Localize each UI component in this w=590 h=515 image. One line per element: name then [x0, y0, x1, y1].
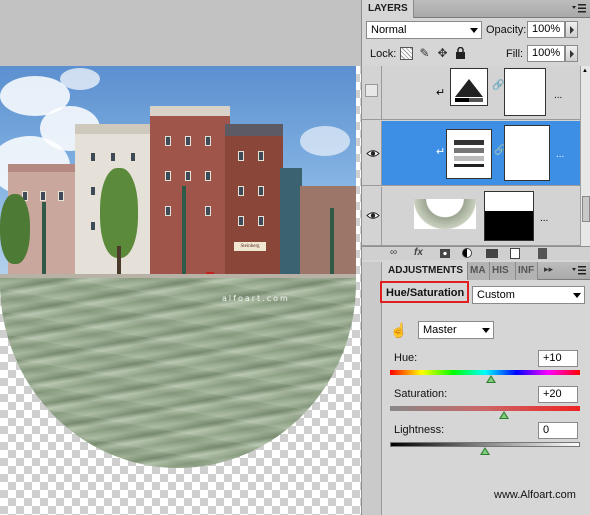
tab-overflow-icon[interactable]: ▸▸: [544, 264, 553, 275]
visibility-toggle[interactable]: [362, 187, 382, 245]
layers-footer: ∞ fx: [362, 246, 590, 260]
channel-value: Master: [423, 324, 457, 336]
blend-mode-value: Normal: [371, 24, 407, 36]
tab-adjustments[interactable]: ADJUSTMENTS: [382, 262, 468, 280]
clip-arrow-icon: ↵: [436, 146, 446, 158]
preset-dropdown[interactable]: Custom: [472, 286, 585, 304]
adjustments-tabbar: ADJUSTMENTS MA HIS INF ▸▸: [362, 262, 590, 280]
visibility-empty-box: [365, 84, 378, 97]
document-canvas[interactable]: Steinberg alfoart.com: [0, 0, 361, 515]
on-image-adjustment-icon[interactable]: ☝: [390, 322, 408, 340]
fx-icon[interactable]: fx: [414, 247, 423, 258]
link-icon[interactable]: ∞: [390, 247, 397, 258]
lamp-post: [330, 208, 334, 280]
saturation-slider-track[interactable]: [390, 406, 580, 411]
hue-slider-thumb[interactable]: [485, 375, 496, 383]
new-layer-icon[interactable]: [510, 248, 520, 259]
building-far-right: [300, 186, 356, 282]
chain-link-icon: 🔗: [492, 80, 505, 91]
lightness-label: Lightness:: [394, 424, 445, 436]
saturation-label: Saturation:: [394, 388, 448, 400]
watermark-text: alfoart.com: [222, 294, 290, 303]
water-surface: [0, 278, 356, 468]
building-brick: [150, 106, 230, 282]
canvas-background: [0, 0, 361, 66]
opacity-label: Opacity:: [486, 24, 527, 36]
levels-adjustment-icon: [450, 68, 488, 106]
shop-sign: Steinberg: [234, 242, 266, 251]
layers-tabbar: LAYERS: [362, 0, 590, 18]
tab-masks[interactable]: MA: [468, 262, 490, 280]
visibility-toggle[interactable]: [362, 121, 382, 185]
hue-field[interactable]: +10: [538, 350, 578, 367]
tree-middle: [100, 168, 138, 258]
folder-icon[interactable]: [486, 249, 498, 258]
chevron-down-icon: [482, 328, 490, 333]
fill-field[interactable]: 100%: [527, 45, 565, 62]
layer-row-levels[interactable]: ↵ 🔗 ...: [362, 66, 580, 120]
mask-icon[interactable]: [440, 249, 450, 258]
lightness-field[interactable]: 0: [538, 422, 578, 439]
fill-label: Fill:: [506, 48, 524, 60]
lock-label: Lock:: [370, 48, 397, 60]
preset-value: Custom: [477, 289, 515, 301]
layer-mask-thumbnail[interactable]: [484, 191, 534, 241]
panels-dock: LAYERS Normal Opacity: 100% Lock: ✎ ✥ Fi…: [361, 0, 590, 515]
tab-histogram[interactable]: HIS: [490, 262, 516, 280]
composite-photo: Steinberg: [0, 66, 356, 468]
scroll-thumb[interactable]: [582, 196, 590, 222]
eye-icon: [366, 150, 380, 157]
clip-arrow-icon: ↵: [436, 87, 446, 99]
panel-menu-icon[interactable]: [571, 265, 587, 276]
water-layer-thumbnail: [414, 199, 476, 229]
chevron-down-icon: [573, 293, 581, 298]
building-right-blue: [280, 168, 302, 282]
channel-dropdown[interactable]: Master: [418, 321, 494, 339]
opacity-field[interactable]: 100%: [527, 21, 565, 38]
fill-stepper[interactable]: [565, 45, 578, 62]
layer-row-hue-saturation[interactable]: ↵ 🔗 ...: [362, 121, 580, 186]
blend-mode-dropdown[interactable]: Normal: [366, 21, 482, 39]
layers-scrollbar[interactable]: ▲: [580, 66, 590, 246]
adjustment-icon[interactable]: [462, 248, 472, 258]
saturation-field[interactable]: +20: [538, 386, 578, 403]
lamp-post: [42, 202, 46, 284]
tree-left: [0, 194, 30, 264]
layer-row-water[interactable]: ...: [362, 187, 580, 246]
lock-transparent-icon[interactable]: [400, 47, 413, 60]
hue-label: Hue:: [394, 352, 418, 364]
opacity-stepper[interactable]: [565, 21, 578, 38]
scroll-up-icon[interactable]: ▲: [582, 68, 590, 76]
layers-list: ↵ 🔗 ... ↵ 🔗 ... ...: [362, 66, 580, 246]
adjustments-left-gutter: [362, 262, 382, 515]
credit-text: www.Alfoart.com: [494, 489, 576, 501]
layer-mask-thumbnail[interactable]: [504, 125, 550, 181]
lightness-slider-thumb[interactable]: [480, 447, 490, 455]
hue-saturation-adjustment-icon: [446, 129, 492, 179]
chevron-down-icon: [470, 28, 478, 33]
eye-icon: [366, 212, 380, 219]
tab-info[interactable]: INF: [516, 262, 538, 280]
lock-position-icon[interactable]: ✥: [436, 47, 449, 60]
lock-image-icon[interactable]: ✎: [418, 47, 431, 60]
visibility-toggle[interactable]: [362, 66, 382, 119]
layer-mask-thumbnail[interactable]: [504, 68, 546, 116]
highlight-box: [380, 281, 469, 303]
tab-layers[interactable]: LAYERS: [362, 0, 414, 18]
building-corner-brick: [225, 124, 283, 282]
lock-all-icon[interactable]: [454, 46, 467, 60]
saturation-slider-thumb[interactable]: [499, 411, 509, 419]
panel-menu-icon[interactable]: [571, 3, 587, 14]
trash-icon[interactable]: [538, 248, 547, 259]
